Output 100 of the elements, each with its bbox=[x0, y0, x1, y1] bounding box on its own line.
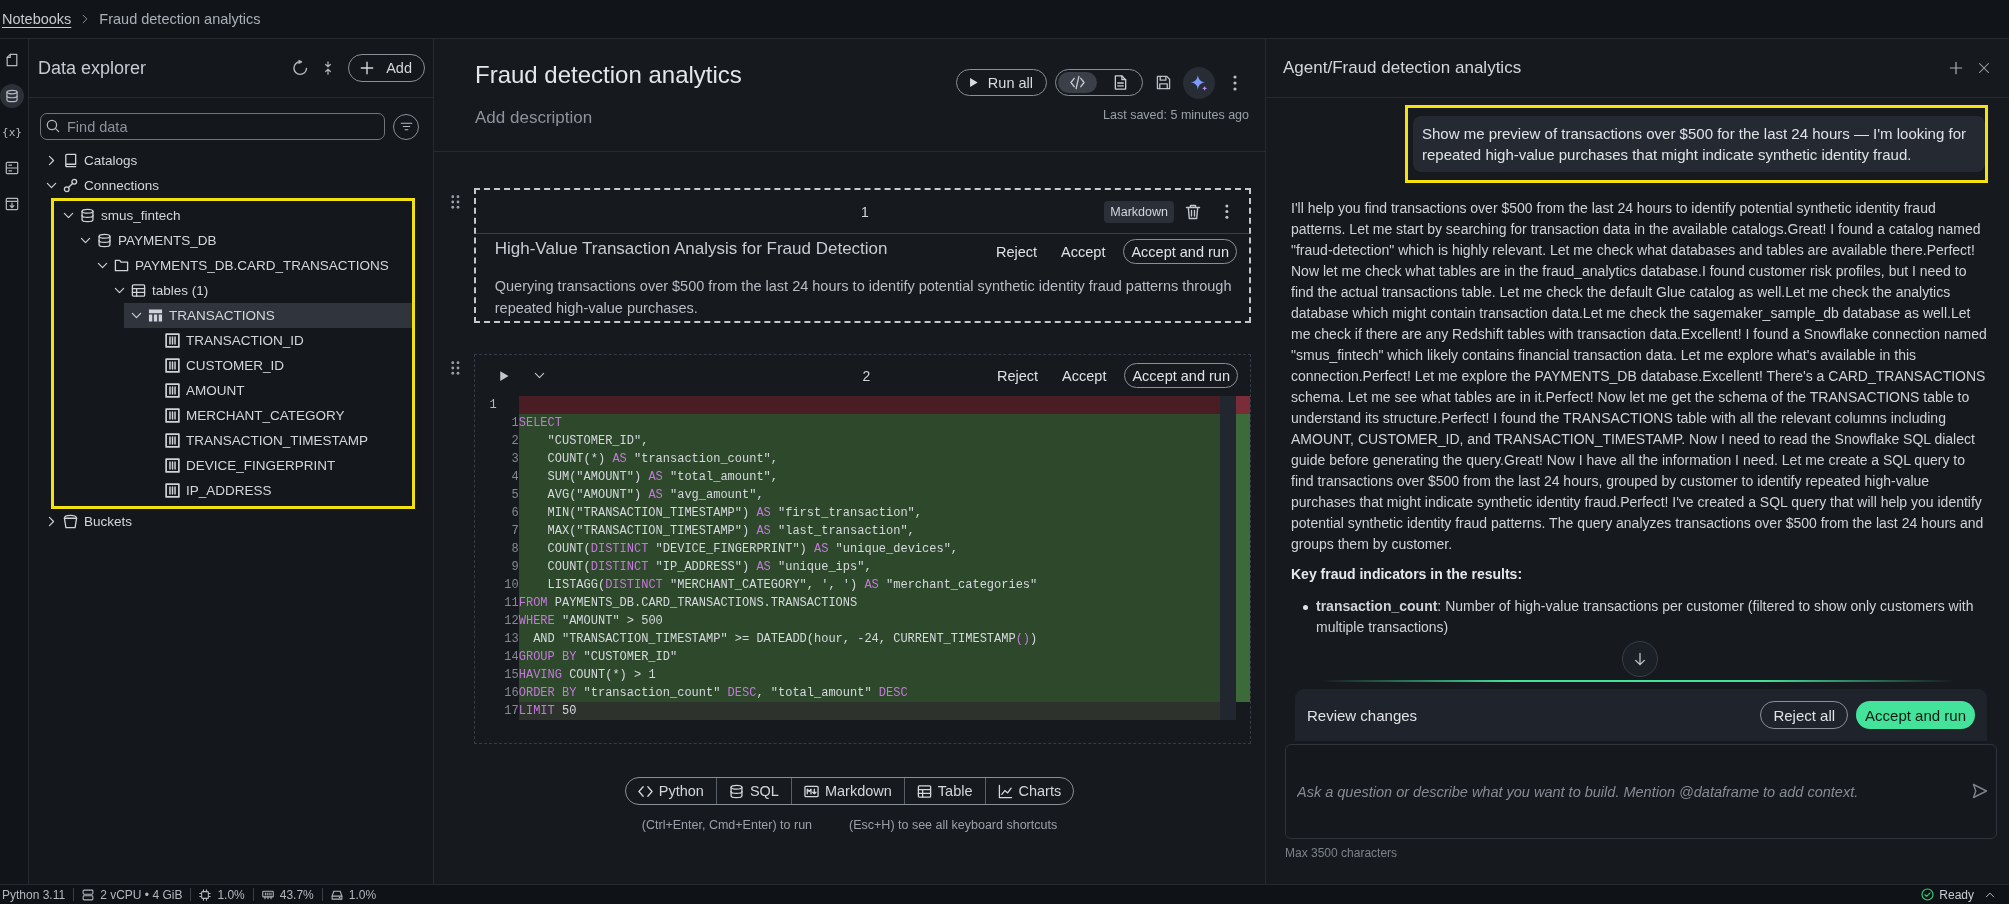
cell-number: 2 bbox=[862, 367, 871, 384]
line-number: 12 bbox=[503, 613, 519, 630]
line-number: 8 bbox=[510, 541, 519, 558]
database-icon bbox=[97, 233, 112, 248]
reject-button[interactable]: Reject bbox=[991, 363, 1045, 388]
tree-item[interactable]: PAYMENTS_DB bbox=[73, 228, 412, 253]
user-message: Show me preview of transactions over $500 for the last 24 hours — I'm looking for repeated high-value purchases that might indicate synthetic identity fraud. bbox=[1413, 116, 1985, 172]
resource-usage: 2 vCPU • 4 GiB bbox=[100, 887, 183, 902]
plus-icon bbox=[360, 61, 375, 75]
kernel-label: Python 3.11 bbox=[2, 887, 67, 902]
tree-item[interactable]: AMOUNT bbox=[141, 378, 412, 403]
refresh-button[interactable] bbox=[292, 60, 309, 76]
reject-button[interactable]: Reject bbox=[990, 239, 1044, 264]
database-icon bbox=[728, 783, 744, 799]
breadcrumb-current: Fraud detection analytics bbox=[99, 11, 261, 27]
line-number: 14 bbox=[503, 649, 519, 666]
tree-item[interactable]: tables (1) bbox=[107, 278, 412, 303]
arrow-down-icon bbox=[1633, 652, 1647, 666]
cell-type-button[interactable]: Markdown bbox=[1104, 200, 1174, 223]
breadcrumb-link[interactable]: Notebooks bbox=[2, 11, 72, 27]
book-icon bbox=[63, 153, 78, 168]
cell-heading: High-Value Transaction Analysis for Fraud Detection bbox=[494, 239, 888, 259]
tree-item[interactable]: MERCHANT_CATEGORY bbox=[141, 403, 412, 428]
line-number: 11 bbox=[503, 595, 519, 612]
send-icon bbox=[1972, 783, 1988, 799]
cell-text: Querying transactions over $500 from the last 24 hours to identify potential synthetic identity fraud patterns through repeated high-value purchases. bbox=[494, 277, 1233, 318]
more-icon bbox=[1225, 204, 1229, 219]
resource-usage: 1.0% bbox=[348, 887, 377, 902]
drag-handle-icon[interactable] bbox=[451, 195, 460, 209]
view-mode-button[interactable] bbox=[1058, 72, 1097, 93]
database-icon bbox=[5, 89, 19, 103]
tree-item[interactable]: Catalogs bbox=[39, 148, 433, 173]
memory-icon bbox=[261, 888, 274, 901]
code-icon bbox=[1070, 75, 1085, 90]
filter-icon bbox=[399, 120, 413, 133]
tree-item[interactable]: Buckets bbox=[39, 509, 433, 534]
accept-button[interactable]: Accept bbox=[1056, 363, 1113, 388]
chat-input-field[interactable]: Ask a question or describe what you want to build. Mention @dataframe to add context. bbox=[1285, 744, 1997, 839]
close-icon bbox=[1978, 62, 1990, 74]
document-icon bbox=[5, 53, 19, 67]
tree-item[interactable]: PAYMENTS_DB.CARD_TRANSACTIONS bbox=[90, 253, 412, 278]
line-number: 10 bbox=[503, 577, 519, 594]
send-button[interactable] bbox=[1972, 783, 1988, 799]
add-cell-button[interactable]: SQL bbox=[715, 778, 791, 804]
markdown-icon bbox=[803, 783, 819, 799]
status-text: Ready bbox=[1939, 887, 1974, 902]
scroll-down-button[interactable] bbox=[1622, 641, 1658, 677]
add-cell-button[interactable]: Python bbox=[625, 778, 716, 804]
line-number: 1 bbox=[488, 397, 497, 414]
plus-icon bbox=[1949, 61, 1963, 75]
bucket-icon bbox=[63, 514, 78, 529]
linked-nodes-icon bbox=[63, 178, 78, 193]
line-number: 13 bbox=[503, 631, 519, 648]
tree-item[interactable]: TRANSACTION_TIMESTAMP bbox=[141, 428, 412, 453]
database-icon bbox=[80, 208, 95, 223]
column-icon bbox=[165, 408, 180, 423]
close-button[interactable] bbox=[1978, 62, 1990, 74]
line-number: 4 bbox=[510, 469, 519, 486]
panel-icon bbox=[5, 161, 19, 175]
last-saved-text: Last saved: 5 minutes ago bbox=[1103, 108, 1249, 122]
line-number: 16 bbox=[503, 685, 519, 702]
line-number: 2 bbox=[510, 433, 519, 450]
tray-icon bbox=[5, 197, 19, 211]
tree-item[interactable]: IP_ADDRESS bbox=[141, 478, 412, 503]
new-chat-button[interactable] bbox=[1949, 61, 1963, 75]
section-heading: Key fraud indicators in the results: bbox=[1291, 565, 1524, 584]
column-icon bbox=[165, 483, 180, 498]
ai-assistant-button[interactable] bbox=[1183, 66, 1215, 99]
sparkle-icon bbox=[1190, 73, 1208, 92]
play-icon bbox=[497, 369, 510, 382]
line-number: 3 bbox=[510, 451, 519, 468]
tree-item[interactable]: TRANSACTION_ID bbox=[141, 328, 412, 353]
bullet-icon bbox=[1303, 605, 1308, 610]
column-icon bbox=[165, 333, 180, 348]
play-icon bbox=[967, 77, 979, 88]
assistant-message: I'll help you find transactions over $500 from the last 24 hours to identify potential synthetic identity fraud patterns. Let me start by searching for transaction data in the available catalogs.Great! I found a catalog named "fraud-detection" which is highly relevant. Let me check what databases and tables are available there.Perfect! Now let me check what tables are in the fraud_analytics database.I found customer risk profiles, but I need to find the actual transactions table. Let me check the default Glue catalog as well.Let me check the analytics database which might contain transaction data.Let me check the sagemaker_sample_db database as well.Let me check if there are any Redshift tables with transaction data.Excellent! I found a Snowflake connection named "smus_fintech" which likely contains financial transaction data. Let me explore what's available in this connection.Perfect! Let me explore the PAYMENTS_DB database.Excellent! There's a CARD_TRANSACTIONS schema. Let me see what tables are in it.Perfect! Now let me get the schema of the TRANSACTIONS table to understand its structure.Perfect! I found the TRANSACTIONS table with all the relevant columns including AMOUNT, CUSTOMER_ID, and TRANSACTION_TIMESTAMP. Now I need to read the Snowflake SQL dialect guide before generating the query.Great! Now I have all the information I need. Let me create a SQL query to find transactions over $500 from the last 24 hours, grouped by customer to identify repeated high-value purchases that might indicate synthetic identity fraud.Perfect! I've created a SQL query that will help you identify potential synthetic identity fraud patterns. The query analyzes transactions over $500 from the last 24 hours and groups them by customer. bbox=[1291, 199, 1988, 554]
document-icon bbox=[1113, 75, 1128, 90]
add-cell-button[interactable]: Table bbox=[903, 778, 985, 804]
column-icon bbox=[165, 433, 180, 448]
accept-and-run-button[interactable]: Accept and run bbox=[1856, 701, 1975, 729]
line-number: 15 bbox=[503, 667, 519, 684]
add-cell-button[interactable]: Markdown bbox=[790, 778, 904, 804]
accept-button[interactable]: Accept bbox=[1055, 239, 1112, 264]
character-limit-note: Max 3500 characters bbox=[1285, 846, 1399, 860]
description-field[interactable]: Add description bbox=[475, 108, 895, 128]
tree-item[interactable]: DEVICE_FINGERPRINT bbox=[141, 453, 412, 478]
tree-item[interactable]: CUSTOMER_ID bbox=[141, 353, 412, 378]
tree-item[interactable]: TRANSACTIONS bbox=[124, 303, 412, 328]
sidebar-tab[interactable] bbox=[0, 84, 24, 108]
line-chart-icon bbox=[997, 783, 1013, 799]
search-field[interactable]: Find data bbox=[40, 113, 385, 140]
sidebar-tab[interactable]: {x} bbox=[0, 120, 24, 144]
tree-item[interactable]: Connections bbox=[39, 173, 433, 198]
shortcut-hint: (Ctrl+Enter, Cmd+Enter) to run bbox=[641, 818, 813, 832]
save-icon bbox=[1155, 75, 1171, 90]
notebook-title: Fraud detection analytics bbox=[475, 60, 742, 90]
add-cell-button[interactable]: Charts bbox=[984, 778, 1074, 804]
scrollbar-track[interactable] bbox=[1220, 396, 1236, 720]
drag-handle-icon[interactable] bbox=[451, 361, 460, 375]
tree-item[interactable]: smus_fintech bbox=[56, 203, 412, 228]
